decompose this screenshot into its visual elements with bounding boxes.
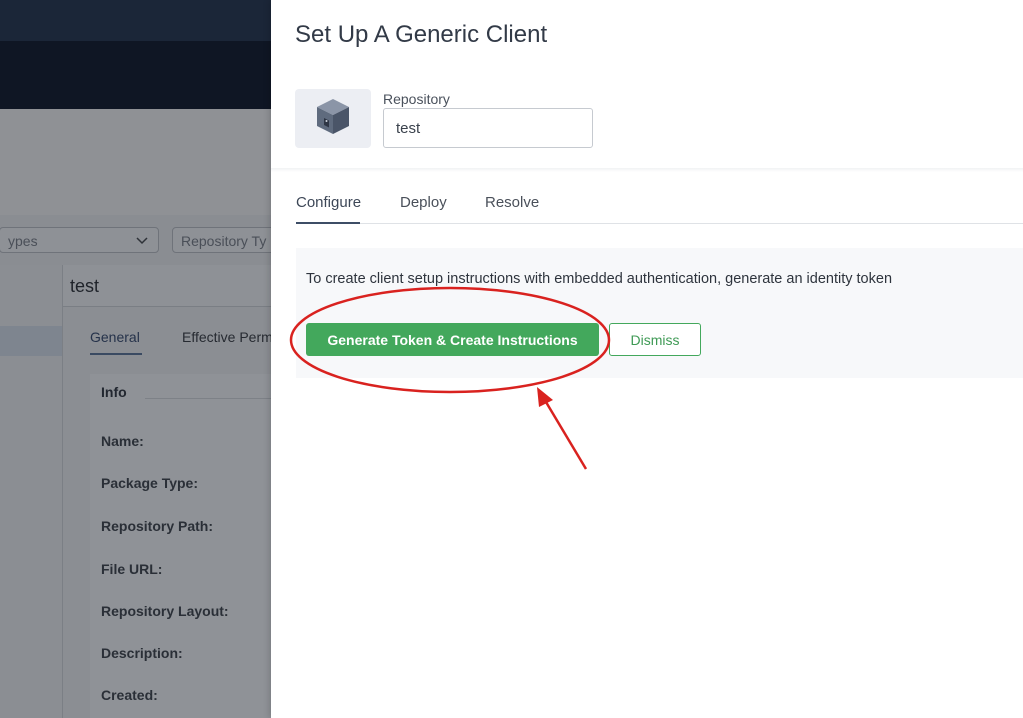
- field-label-repository-layout: Repository Layout:: [101, 603, 229, 619]
- field-label-repository-path: Repository Path:: [101, 518, 214, 534]
- info-section: [90, 374, 290, 718]
- tab-deploy[interactable]: Deploy: [400, 194, 447, 211]
- repository-label: Repository: [383, 91, 450, 107]
- active-tab-indicator: [296, 222, 360, 224]
- tab-general[interactable]: General: [90, 329, 140, 345]
- drawer-title: Set Up A Generic Client: [295, 21, 548, 48]
- chevron-down-icon: [136, 228, 148, 263]
- package-box-icon: [313, 96, 353, 141]
- field-label-created: Created:: [101, 687, 158, 703]
- repository-list-selected-row[interactable]: [0, 326, 62, 356]
- token-notice-text: To create client setup instructions with…: [306, 271, 893, 287]
- divider: [145, 398, 285, 399]
- repository-icon-box: [295, 89, 371, 148]
- active-tab-indicator: [90, 353, 142, 355]
- field-label-name: Name:: [101, 433, 144, 449]
- repository-type-filter[interactable]: Repository Ty: [172, 227, 282, 253]
- field-label-file-url: File URL:: [101, 561, 163, 577]
- tab-resolve[interactable]: Resolve: [485, 194, 539, 211]
- package-types-filter[interactable]: ypes: [0, 227, 159, 253]
- field-label-description: Description:: [101, 645, 183, 661]
- repository-details-title: test: [70, 276, 100, 296]
- tab-effective-permissions[interactable]: Effective Perm: [182, 329, 273, 345]
- token-notice: To create client setup instructions with…: [296, 248, 1023, 378]
- field-label-package-type: Package Type:: [101, 475, 199, 491]
- package-types-filter-label: ypes: [8, 233, 38, 249]
- tab-configure[interactable]: Configure: [296, 194, 361, 211]
- header-divider: [271, 168, 1023, 172]
- repository-input[interactable]: [383, 108, 593, 148]
- repository-type-filter-label: Repository Ty: [181, 233, 267, 249]
- setup-client-drawer: Set Up A Generic Client Repository Confi…: [271, 0, 1023, 718]
- tabs-divider: [296, 223, 1023, 224]
- dismiss-button[interactable]: Dismiss: [609, 323, 701, 356]
- generate-token-button[interactable]: Generate Token & Create Instructions: [306, 323, 599, 356]
- info-section-title: Info: [101, 384, 127, 400]
